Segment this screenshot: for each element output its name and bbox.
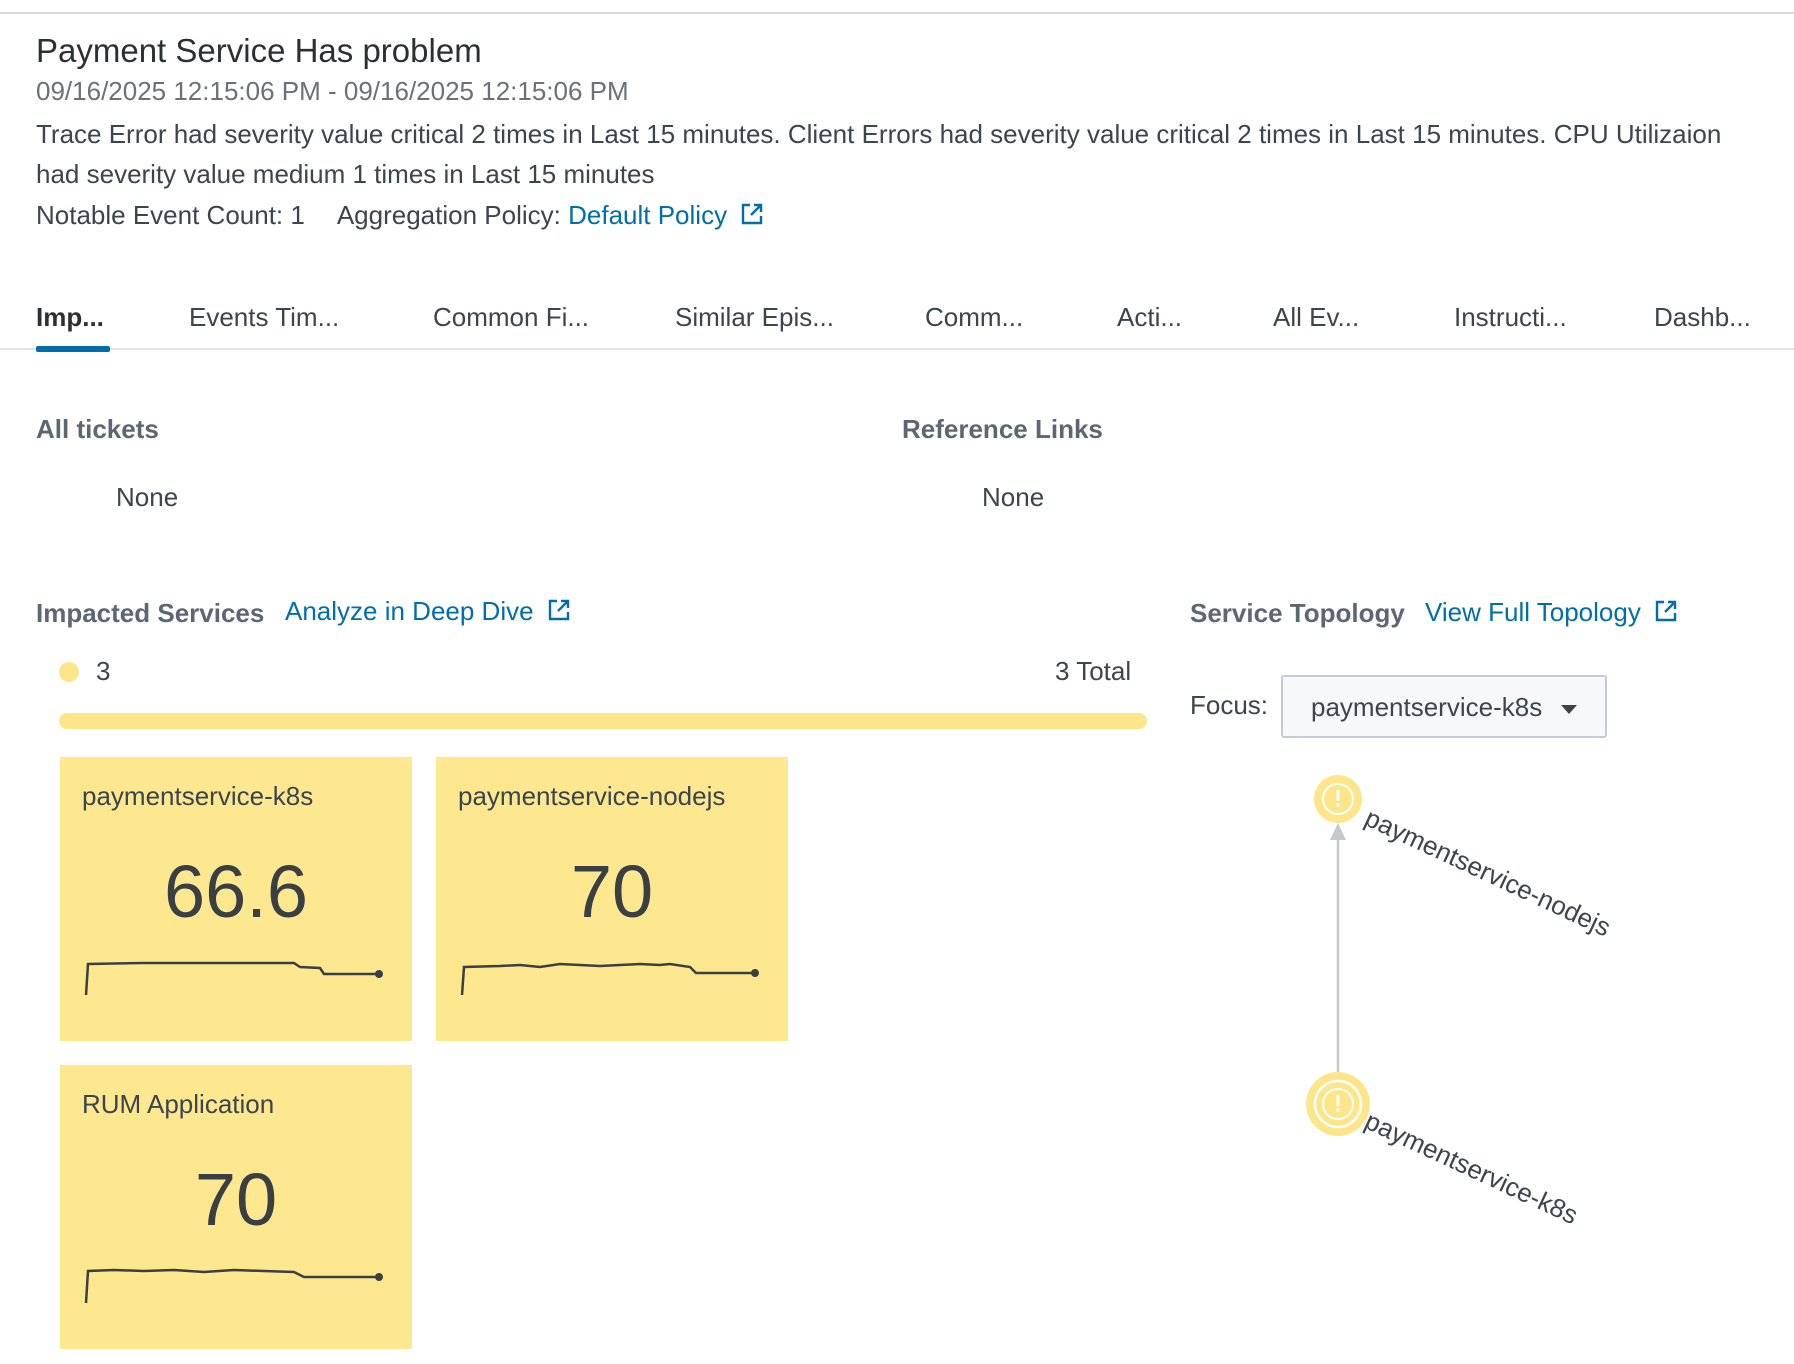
- tab-dashboard[interactable]: Dashb...: [1654, 296, 1751, 348]
- impacted-services-heading: Impacted Services: [36, 598, 265, 628]
- topology-node[interactable]: paymentservice-nodejs: [1314, 775, 1615, 942]
- notable-event-count: Notable Event Count: 1: [36, 200, 305, 230]
- tab-events-timeline[interactable]: Events Tim...: [189, 296, 339, 348]
- service-sparkline: [84, 1268, 383, 1304]
- tab-common-fields[interactable]: Common Fi...: [433, 296, 589, 348]
- focus-dropdown-value: paymentservice-k8s: [1311, 692, 1543, 722]
- analyze-deep-dive-link[interactable]: Analyze in Deep Dive: [285, 596, 571, 627]
- analyze-deep-dive-link-text: Analyze in Deep Dive: [285, 596, 534, 626]
- tab-impact[interactable]: Imp...: [36, 296, 110, 352]
- tab-instructions[interactable]: Instructi...: [1454, 296, 1567, 348]
- service-sparkline: [460, 962, 759, 996]
- top-divider: [0, 12, 1794, 14]
- aggregation-policy-link-text: Default Policy: [568, 200, 728, 230]
- severity-distribution-bar: [59, 713, 1147, 729]
- topology-node-label: paymentservice-nodejs: [1360, 802, 1615, 942]
- all-tickets-heading: All tickets: [36, 414, 159, 444]
- tab-comments[interactable]: Comm...: [925, 296, 1023, 348]
- aggregation-policy-label: Aggregation Policy:: [336, 200, 561, 230]
- episode-description: Trace Error had severity value critical …: [36, 119, 1722, 189]
- service-tile-name: paymentservice-k8s: [82, 781, 314, 811]
- service-tile-score: 70: [194, 1158, 278, 1241]
- service-topology-heading: Service Topology: [1190, 598, 1405, 628]
- external-link-icon: [742, 203, 763, 225]
- service-sparkline: [84, 961, 383, 996]
- tab-similar-episodes[interactable]: Similar Epis...: [675, 296, 834, 348]
- topology-node-focused[interactable]: paymentservice-k8s: [1306, 1072, 1583, 1230]
- external-link-icon: [1655, 600, 1677, 622]
- view-full-topology-link[interactable]: View Full Topology: [1425, 597, 1678, 628]
- severity-legend-dot: [59, 662, 79, 682]
- episode-date-range: 09/16/2025 12:15:06 PM - 09/16/2025 12:1…: [36, 76, 629, 106]
- tab-all-events[interactable]: All Ev...: [1273, 296, 1359, 348]
- service-tile[interactable]: paymentservice-nodejs 70: [436, 757, 788, 1041]
- service-tile-score: 70: [570, 850, 654, 933]
- all-tickets-value: None: [116, 482, 179, 512]
- caret-down-icon: [1561, 705, 1577, 714]
- severity-legend-count: 3: [96, 656, 111, 686]
- aggregation-policy-link[interactable]: Default Policy: [568, 200, 764, 231]
- focus-dropdown[interactable]: paymentservice-k8s: [1281, 675, 1607, 738]
- service-tile[interactable]: RUM Application 70: [60, 1065, 412, 1349]
- external-link-icon: [548, 599, 570, 621]
- episode-tabs: Imp... Events Tim... Common Fi... Simila…: [0, 296, 1794, 352]
- reference-links-heading: Reference Links: [902, 414, 1103, 444]
- service-tile-name: RUM Application: [82, 1089, 275, 1119]
- reference-links-value: None: [982, 482, 1045, 512]
- episode-meta: Notable Event Count: 1 Aggregation Polic…: [36, 200, 764, 231]
- focus-label: Focus:: [1190, 690, 1269, 720]
- services-total: 3 Total: [1055, 656, 1132, 686]
- service-tile[interactable]: paymentservice-k8s 66.6: [60, 757, 412, 1041]
- page-title: Payment Service Has problem: [36, 32, 482, 69]
- tab-activity[interactable]: Acti...: [1117, 296, 1182, 348]
- view-full-topology-link-text: View Full Topology: [1425, 597, 1641, 627]
- topology-node-label: paymentservice-k8s: [1360, 1105, 1582, 1230]
- service-tile-name: paymentservice-nodejs: [458, 781, 726, 811]
- service-topology-graph: paymentservice-nodejs paymentservice-k8s: [1306, 775, 1615, 1230]
- service-tile-score: 66.6: [163, 850, 309, 933]
